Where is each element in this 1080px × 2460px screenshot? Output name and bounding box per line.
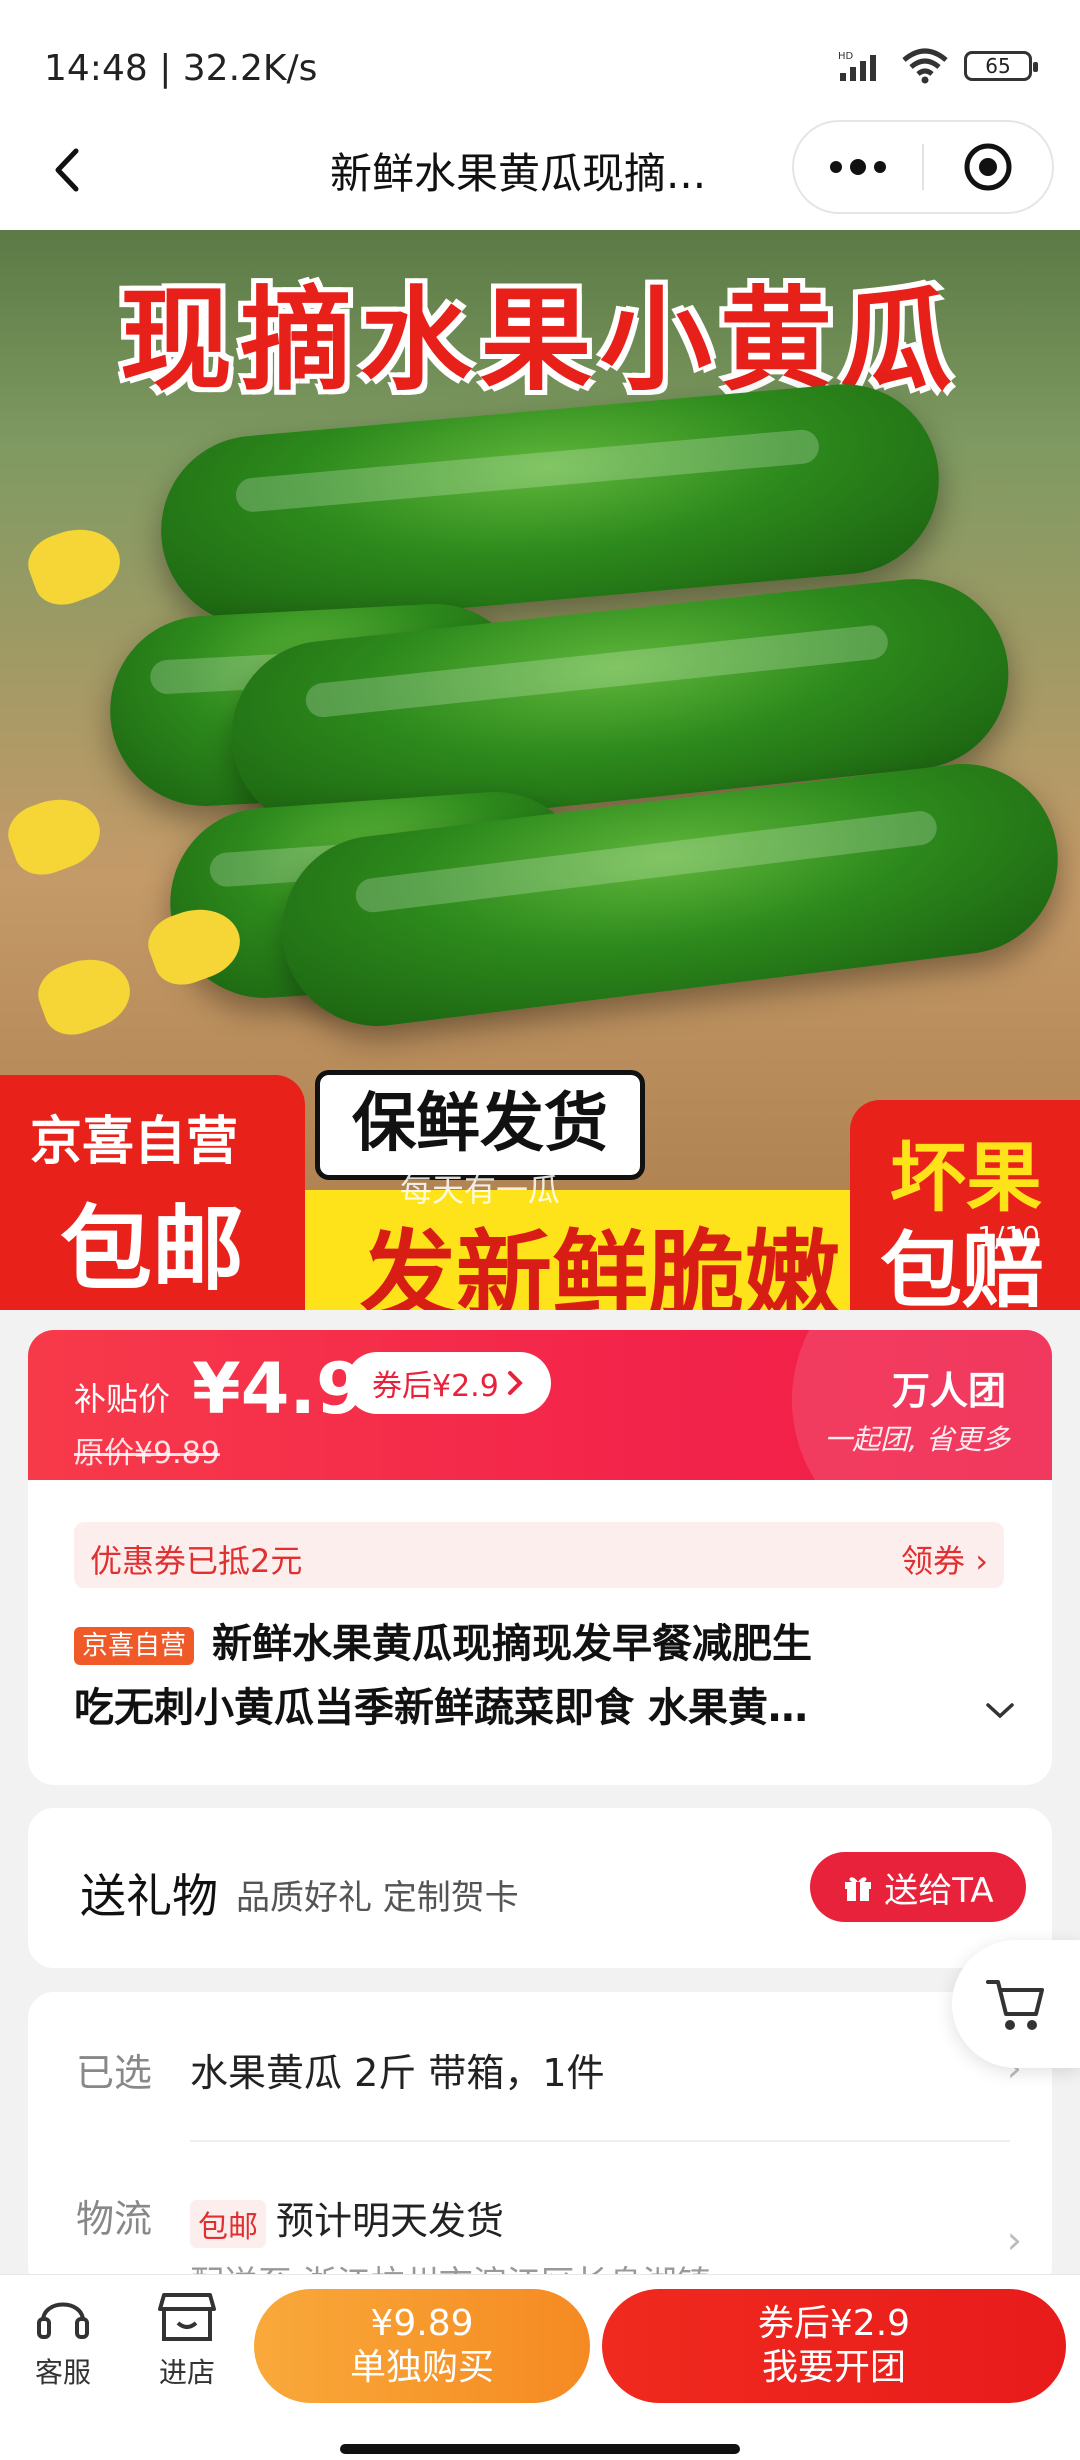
bad-fruit-guarantee-badge: 坏果 包赔	[850, 1100, 1080, 1310]
row-divider	[190, 2140, 1010, 2142]
gift-title: 送礼物	[80, 1869, 218, 1923]
nav-bar: 新鲜水果黄瓜现摘...	[0, 110, 1080, 230]
coupon-row[interactable]: 优惠券已抵2元 领券 ›	[74, 1522, 1004, 1588]
cart-icon	[986, 1980, 1044, 2030]
start-group-label: 我要开团	[761, 2347, 906, 2388]
cucumber-flower-image	[20, 516, 130, 614]
expand-title-button[interactable]	[984, 1700, 1016, 1726]
jx-self-operated-tag: 京喜自营	[74, 1627, 195, 1665]
close-miniapp-button[interactable]	[924, 120, 1052, 214]
page-title: 新鲜水果黄瓜现摘...	[330, 149, 707, 198]
jx-free-shipping-badge: 京喜自营 包邮	[0, 1075, 305, 1310]
send-gift-label: 送给TA	[884, 1870, 994, 1911]
store-icon	[158, 2293, 216, 2341]
buy-alone-price: ¥9.89	[370, 2303, 474, 2344]
buy-alone-button[interactable]: ¥9.89 单独购买	[254, 2289, 590, 2403]
chevron-down-icon	[986, 1703, 1014, 1719]
group-buy-subtitle: 一起团, 省更多	[824, 1423, 1010, 1456]
hero-faint-caption: 每天有一瓜	[400, 1171, 561, 1209]
carousel-pager: 1/10	[977, 1220, 1040, 1253]
more-button[interactable]	[794, 120, 922, 214]
product-title: 京喜自营 新鲜水果黄瓜现摘现发早餐减肥生 吃无刺小黄瓜当季新鲜蔬菜即食 水果黄…	[74, 1612, 974, 1740]
battery-icon: 65	[964, 51, 1038, 81]
signal-icon: HD	[838, 51, 876, 81]
get-coupon-link[interactable]: 领券 ›	[901, 1536, 988, 1582]
selected-label: 已选	[76, 2051, 153, 2095]
product-title-line1: 新鲜水果黄瓜现摘现发早餐减肥生	[212, 1621, 813, 1667]
subsidy-price-label: 补贴价	[74, 1380, 171, 1418]
hero-headline: 现摘水果小黄瓜	[120, 276, 960, 406]
shipping-label: 物流	[76, 2197, 153, 2241]
gift-card: 送礼物 品质好礼 定制贺卡 送给TA	[28, 1808, 1052, 1968]
status-icons: HD 65	[838, 48, 1038, 84]
selected-value: 水果黄瓜 2斤 带箱，1件	[190, 2051, 605, 2095]
chevron-right-icon: ›	[975, 1542, 988, 1580]
miniapp-capsule	[792, 120, 1054, 214]
hero-slogan-prefix: 发	[360, 1220, 456, 1310]
cucumber-flower-image	[30, 946, 140, 1044]
bottom-action-bar: 客服 进店 ¥9.89 单独购买 券后¥2.9 我要开团	[0, 2274, 1080, 2460]
floating-cart-button[interactable]	[952, 1940, 1080, 2068]
enter-store-button[interactable]: 进店	[132, 2289, 242, 2391]
cucumber-flower-image	[0, 786, 110, 884]
start-group-price: 券后¥2.9	[757, 2303, 911, 2344]
more-dots-icon	[830, 159, 886, 175]
chevron-right-icon: ›	[1006, 2218, 1022, 2262]
selection-card: 已选 水果黄瓜 2斤 带箱，1件 › 物流 包邮预计明天发货 配送至 浙江杭州市…	[28, 1992, 1052, 2292]
jx-badge-line1: 京喜自营	[30, 1112, 239, 1172]
coupon-applied-text: 优惠券已抵2元	[90, 1542, 303, 1580]
hero-slogan-text: 新鲜脆嫩	[456, 1220, 840, 1310]
send-gift-button[interactable]: 送给TA	[810, 1852, 1026, 1922]
customer-service-button[interactable]: 客服	[8, 2289, 118, 2391]
chevron-left-icon	[55, 148, 79, 192]
gift-subtitle: 品质好礼 定制贺卡	[236, 1878, 519, 1918]
enter-store-label: 进店	[158, 2356, 215, 2389]
battery-level: 65	[985, 54, 1011, 78]
target-close-icon	[964, 143, 1012, 191]
after-coupon-price-button[interactable]: 券后¥2.9	[346, 1352, 551, 1414]
group-buy-title: 万人团	[891, 1369, 1006, 1413]
original-price: 原价¥9.89	[74, 1436, 220, 1471]
chevron-right-icon	[507, 1371, 523, 1395]
svg-text:HD: HD	[838, 51, 854, 62]
shipping-eta: 预计明天发货	[276, 2199, 505, 2243]
buy-alone-label: 单独购买	[349, 2347, 494, 2388]
price-banner: 补贴价 ¥4.9 原价¥9.89 券后¥2.9 万人团 一起团, 省更多	[28, 1330, 1052, 1480]
after-coupon-label: 券后¥2.9	[372, 1369, 499, 1404]
product-title-line2: 吃无刺小黄瓜当季新鲜蔬菜即食 水果黄…	[74, 1685, 808, 1731]
start-group-button[interactable]: 券后¥2.9 我要开团	[602, 2289, 1066, 2403]
subsidy-price: ¥4.9	[192, 1348, 365, 1430]
home-indicator[interactable]	[340, 2444, 740, 2454]
customer-service-label: 客服	[34, 2356, 91, 2389]
wifi-icon	[902, 48, 948, 84]
product-info-card: 优惠券已抵2元 领券 › 京喜自营 新鲜水果黄瓜现摘现发早餐减肥生 吃无刺小黄瓜当…	[28, 1480, 1052, 1785]
back-button[interactable]	[36, 138, 100, 202]
fresh-shipping-badge: 保鲜发货	[315, 1070, 645, 1180]
get-coupon-label: 领券	[901, 1542, 966, 1580]
shipping-value: 包邮 预计明天发货	[190, 2190, 504, 2248]
product-image-carousel[interactable]: 现摘水果小黄瓜 发新鲜脆嫩 京喜自营 包邮 保鲜发货 每天有一瓜 坏果 包赔 1…	[0, 230, 1080, 1310]
free-shipping-tag: 包邮	[190, 2199, 266, 2248]
gift-icon	[845, 1877, 872, 1901]
hero-slogan: 发新鲜脆嫩	[360, 1198, 840, 1310]
jx-badge-line2: 包邮	[60, 1196, 245, 1303]
status-time: 14:48 | 32.2K/s	[44, 48, 318, 89]
headset-icon	[37, 2302, 89, 2339]
hero-slogan-band: 发新鲜脆嫩	[305, 1190, 865, 1310]
